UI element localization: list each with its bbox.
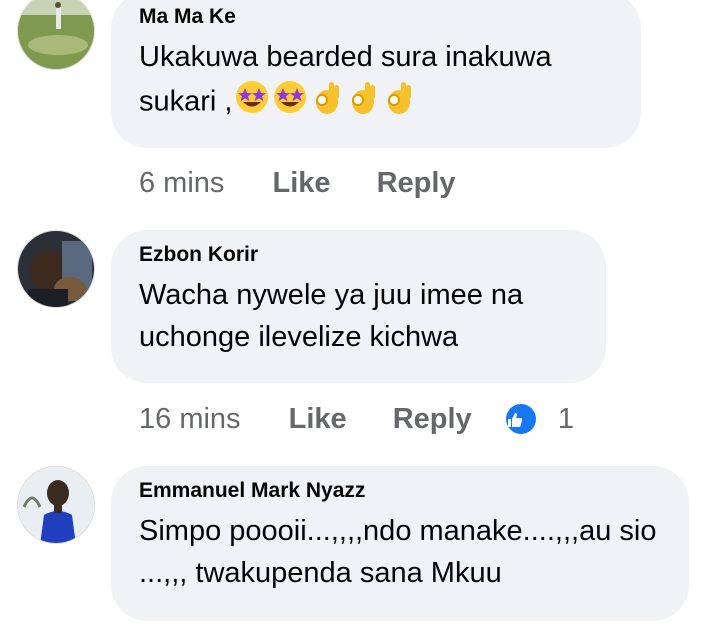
reply-button[interactable]: Reply (393, 403, 472, 436)
star-struck-emoji (234, 79, 270, 127)
comment-text: Ukakuwa bearded sura inakuwa sukari , (139, 36, 613, 128)
comment-author[interactable]: Ezbon Korir (139, 242, 578, 268)
comment-bubble: Ezbon Korir Wacha nywele ya juu imee na … (111, 230, 606, 383)
comment-timestamp[interactable]: 16 mins (139, 403, 241, 436)
reply-button[interactable]: Reply (377, 167, 456, 200)
like-reaction-icon[interactable] (505, 404, 536, 435)
comment-text: Wacha nywele ya juu imee na uchonge ilev… (139, 279, 524, 353)
comment-bubble: Ma Ma Ke Ukakuwa bearded sura inakuwa su… (111, 0, 641, 148)
ok-hand-emoji (382, 78, 416, 128)
comment-bubble: Emmanuel Mark Nyazz Simpo poooii...,,,,n… (111, 466, 689, 621)
comment-author[interactable]: Ma Ma Ke (139, 4, 613, 30)
like-button[interactable]: Like (289, 403, 347, 436)
reaction-count[interactable]: 1 (558, 403, 574, 436)
avatar[interactable] (17, 0, 95, 70)
comment-actions: 6 mins Like Reply (139, 166, 494, 200)
comment-timestamp[interactable]: 6 mins (139, 167, 224, 200)
comment-author[interactable]: Emmanuel Mark Nyazz (139, 478, 661, 504)
ok-hand-emoji (346, 78, 380, 128)
star-struck-emoji (272, 79, 308, 127)
avatar[interactable] (17, 230, 95, 308)
comment-text: Simpo poooii...,,,,ndo manake....,,,au s… (139, 515, 657, 589)
like-button[interactable]: Like (272, 167, 330, 200)
ok-hand-emoji (310, 78, 344, 128)
comment-actions: 16 mins Like Reply 1 (139, 402, 574, 436)
avatar[interactable] (17, 466, 95, 544)
